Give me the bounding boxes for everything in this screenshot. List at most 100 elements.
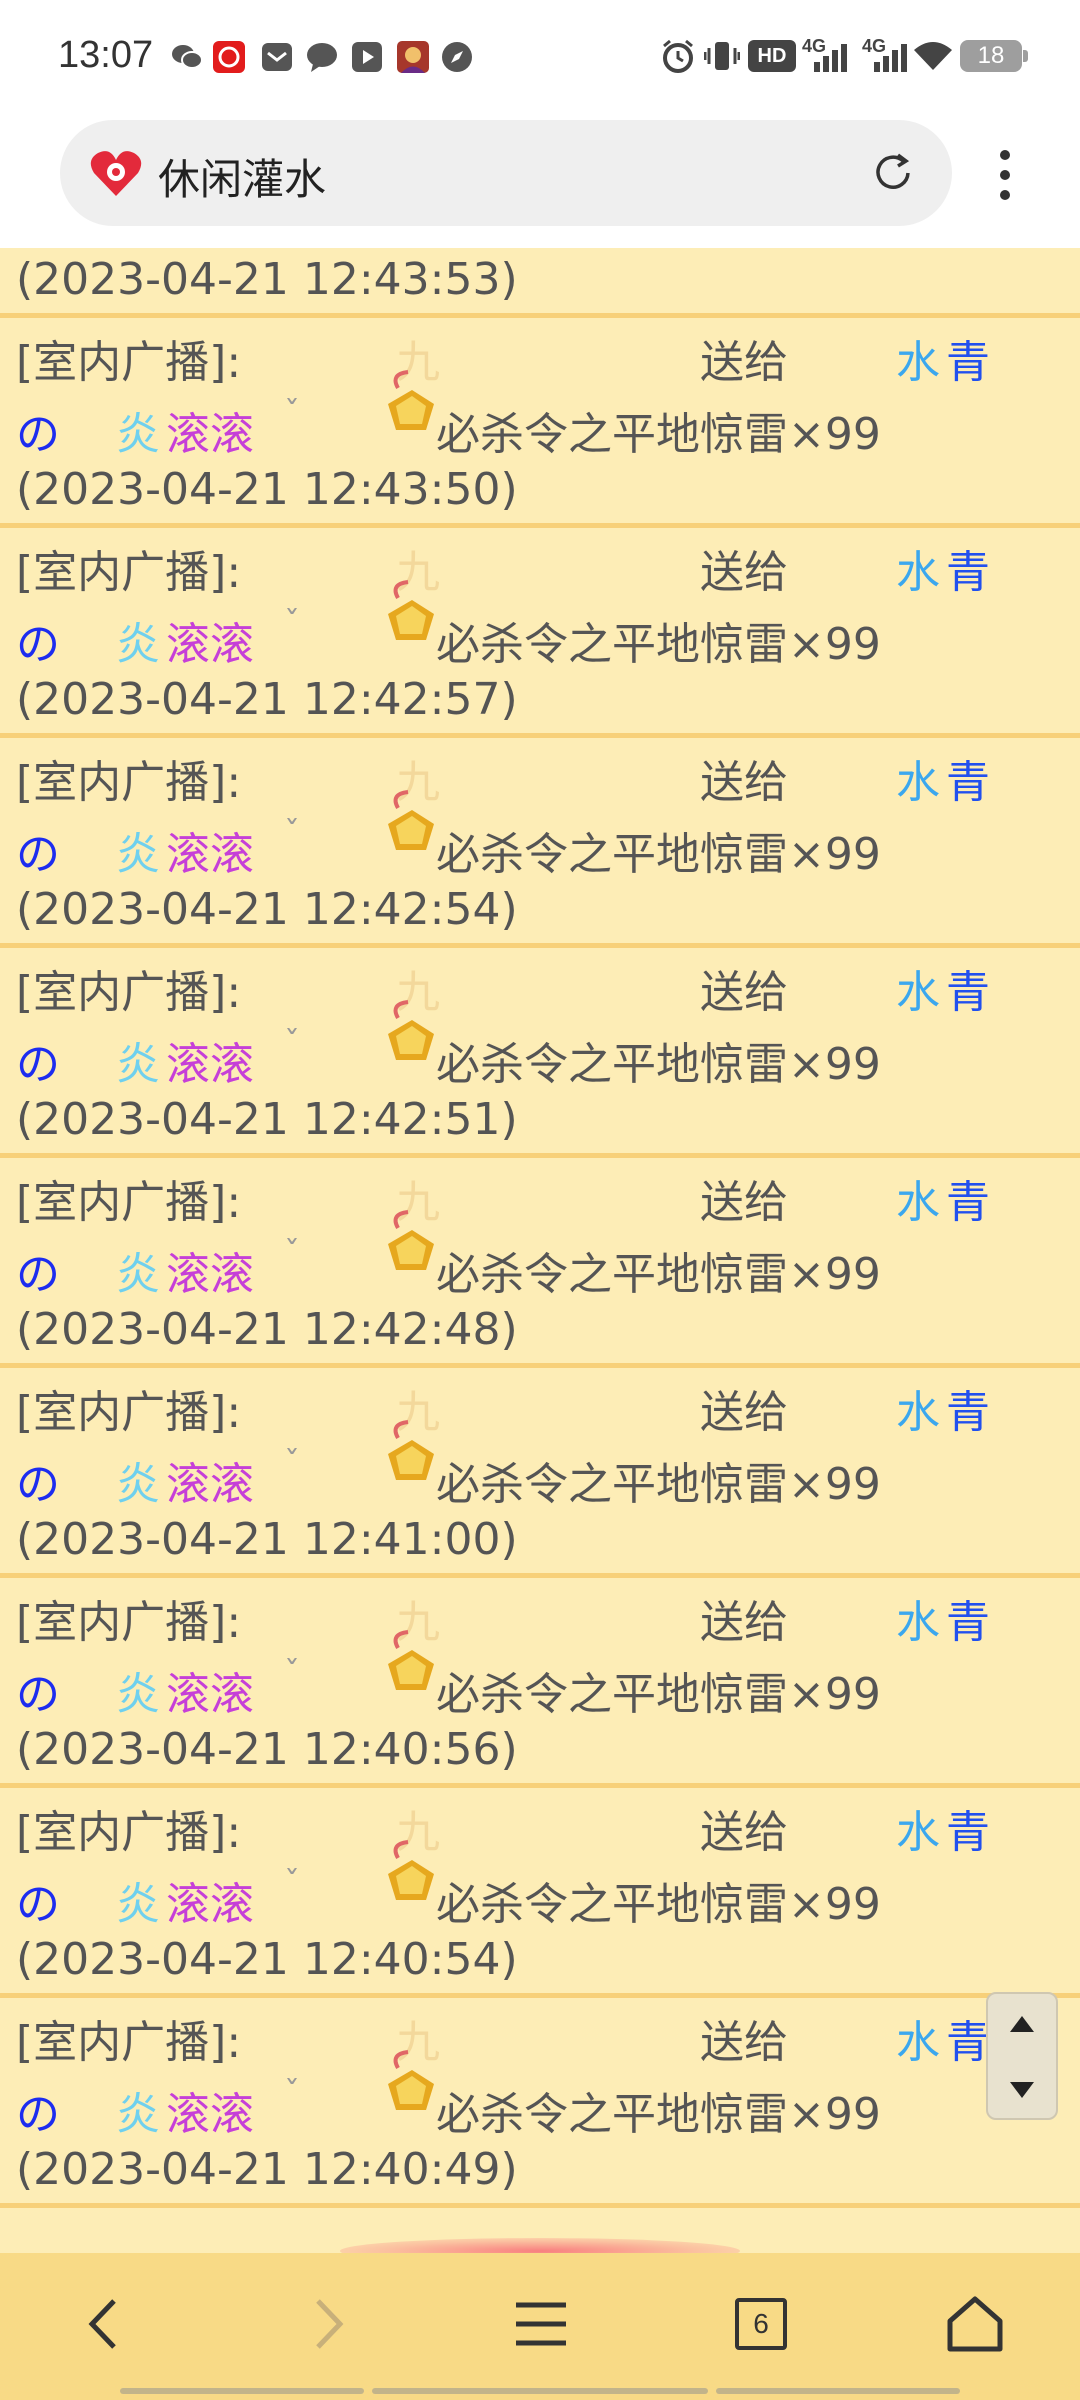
receiver-name-part[interactable]: 水 xyxy=(896,746,940,810)
receiver-name-part[interactable]: 青 xyxy=(946,1376,990,1440)
scroll-up-icon[interactable] xyxy=(1006,2012,1038,2036)
receiver-name-part[interactable]: 青 xyxy=(946,1166,990,1230)
broadcast-label: [室内广播]: xyxy=(16,1387,242,1438)
name-mark: ˇ xyxy=(284,1024,300,1062)
entry-timestamp: (2023-04-21 12:40:54) xyxy=(16,1934,518,1985)
receiver-name-part[interactable]: の xyxy=(16,1238,60,1302)
broadcast-label: [室内广播]: xyxy=(16,337,242,388)
entry-timestamp: (2023-04-21 12:42:51) xyxy=(16,1094,518,1145)
video-play-icon xyxy=(352,42,382,72)
broadcast-label: [室内广播]: xyxy=(16,547,242,598)
receiver-name-part[interactable]: の xyxy=(16,1448,60,1512)
page-title: 休闲灌水 xyxy=(158,155,327,204)
bottom-navigation-bar: 6 xyxy=(0,2253,1080,2400)
receiver-name-part[interactable]: 水 xyxy=(896,1166,940,1230)
broadcast-label: [室内广播]: xyxy=(16,2017,242,2068)
receiver-name-part[interactable]: 滚滚 xyxy=(166,398,254,462)
receiver-name-part[interactable]: 炎 xyxy=(116,1028,160,1092)
receiver-name-part[interactable]: 炎 xyxy=(116,2078,160,2142)
receiver-name-part[interactable]: 青 xyxy=(946,1796,990,1860)
receiver-name-part[interactable]: 炎 xyxy=(116,608,160,672)
receiver-name-part[interactable]: の xyxy=(16,1658,60,1722)
receiver-name-part[interactable]: 水 xyxy=(896,536,940,600)
message-bubble-icon xyxy=(307,43,337,72)
broadcast-label: [室内广播]: xyxy=(16,967,242,1018)
gift-lantern-icon xyxy=(388,790,434,850)
receiver-name-part[interactable]: 滚滚 xyxy=(166,2078,254,2142)
receiver-name-part[interactable]: 水 xyxy=(896,326,940,390)
receiver-name-part[interactable]: 滚滚 xyxy=(166,1868,254,1932)
receiver-name-part[interactable]: の xyxy=(16,2078,60,2142)
name-mark: ˇ xyxy=(284,1864,300,1902)
name-mark: ˇ xyxy=(284,394,300,432)
tabs-button[interactable]: 6 xyxy=(726,2289,796,2359)
action-text: 送给 xyxy=(700,967,788,1018)
receiver-name-part[interactable]: 炎 xyxy=(116,1238,160,1302)
action-text: 送给 xyxy=(700,1177,788,1228)
forward-icon[interactable] xyxy=(292,2289,362,2359)
receiver-name-part[interactable]: 炎 xyxy=(116,398,160,462)
site-heart-logo-icon xyxy=(90,151,142,196)
name-mark: ˇ xyxy=(284,2074,300,2112)
alarm-icon xyxy=(663,39,693,73)
action-text: 送给 xyxy=(700,1597,788,1648)
gesture-handle-left xyxy=(120,2388,364,2394)
name-mark: ˇ xyxy=(284,814,300,852)
entry-timestamp: (2023-04-21 12:42:57) xyxy=(16,674,518,725)
receiver-name-part[interactable]: 水 xyxy=(896,2006,940,2070)
receiver-name-part[interactable]: 水 xyxy=(896,1796,940,1860)
gift-lantern-icon xyxy=(388,2050,434,2110)
receiver-name-part[interactable]: 滚滚 xyxy=(166,818,254,882)
receiver-name-part[interactable]: 水 xyxy=(896,1376,940,1440)
action-text: 送给 xyxy=(700,547,788,598)
status-bar: 13:07 HD 4G 4G 18 xyxy=(0,0,1080,115)
receiver-name-part[interactable]: 滚滚 xyxy=(166,1028,254,1092)
gift-name: 必杀令之平地惊雷×99 xyxy=(436,1459,881,1510)
scroll-buttons[interactable] xyxy=(986,1992,1058,2120)
more-menu-icon[interactable] xyxy=(990,145,1020,205)
menu-icon[interactable] xyxy=(506,2289,576,2359)
status-time: 13:07 xyxy=(58,34,154,76)
back-icon[interactable] xyxy=(70,2289,140,2359)
receiver-name-part[interactable]: の xyxy=(16,608,60,672)
gift-name: 必杀令之平地惊雷×99 xyxy=(436,1879,881,1930)
receiver-name-part[interactable]: 青 xyxy=(946,326,990,390)
receiver-name-part[interactable]: 青 xyxy=(946,2006,990,2070)
receiver-name-part[interactable]: 水 xyxy=(896,1586,940,1650)
entry-timestamp: (2023-04-21 12:43:50) xyxy=(16,464,518,515)
gift-lantern-icon xyxy=(388,1840,434,1900)
address-bar[interactable]: 休闲灌水 xyxy=(60,120,952,226)
receiver-name-part[interactable]: 滚滚 xyxy=(166,1238,254,1302)
reload-icon[interactable] xyxy=(868,148,918,198)
receiver-name-part[interactable]: 青 xyxy=(946,1586,990,1650)
receiver-name-part[interactable]: 水 xyxy=(896,956,940,1020)
receiver-name-part[interactable]: 炎 xyxy=(116,818,160,882)
receiver-name-part[interactable]: 滚滚 xyxy=(166,608,254,672)
receiver-name-part[interactable]: の xyxy=(16,1028,60,1092)
receiver-name-part[interactable]: 滚滚 xyxy=(166,1658,254,1722)
gift-name: 必杀令之平地惊雷×99 xyxy=(436,1039,881,1090)
receiver-name-part[interactable]: の xyxy=(16,1868,60,1932)
broadcast-label: [室内广播]: xyxy=(16,757,242,808)
receiver-name-part[interactable]: 炎 xyxy=(116,1448,160,1512)
receiver-name-part[interactable]: の xyxy=(16,398,60,462)
list-item: [室内广播]: 九送给水青の炎滚滚 ˇ 必杀令之平地惊雷×99 (2023-04-21 … xyxy=(0,948,1080,1158)
list-item: [室内广播]: 九送给水青の炎滚滚 ˇ 必杀令之平地惊雷×99 (2023-04-21 … xyxy=(0,1578,1080,1788)
receiver-name-part[interactable]: 炎 xyxy=(116,1868,160,1932)
gift-name: 必杀令之平地惊雷×99 xyxy=(436,409,881,460)
chat-log[interactable]: の 炎 滚滚 必杀令之平地惊雷×99 (2023-04-21 12:43:53)… xyxy=(0,248,1080,2253)
receiver-name-part[interactable]: 青 xyxy=(946,746,990,810)
receiver-name-part[interactable]: 青 xyxy=(946,536,990,600)
broadcast-label: [室内广播]: xyxy=(16,1807,242,1858)
scroll-down-icon[interactable] xyxy=(1006,2078,1038,2102)
entry-timestamp: (2023-04-21 12:43:53) xyxy=(16,254,518,305)
receiver-name-part[interactable]: 炎 xyxy=(116,1658,160,1722)
receiver-name-part[interactable]: 滚滚 xyxy=(166,1448,254,1512)
receiver-name-part[interactable]: 青 xyxy=(946,956,990,1020)
entry-timestamp: (2023-04-21 12:42:54) xyxy=(16,884,518,935)
compass-icon xyxy=(442,42,472,72)
mailbox-icon xyxy=(262,43,292,71)
hd-voice-icon: HD xyxy=(748,40,796,72)
receiver-name-part[interactable]: の xyxy=(16,818,60,882)
home-icon[interactable] xyxy=(940,2289,1010,2359)
